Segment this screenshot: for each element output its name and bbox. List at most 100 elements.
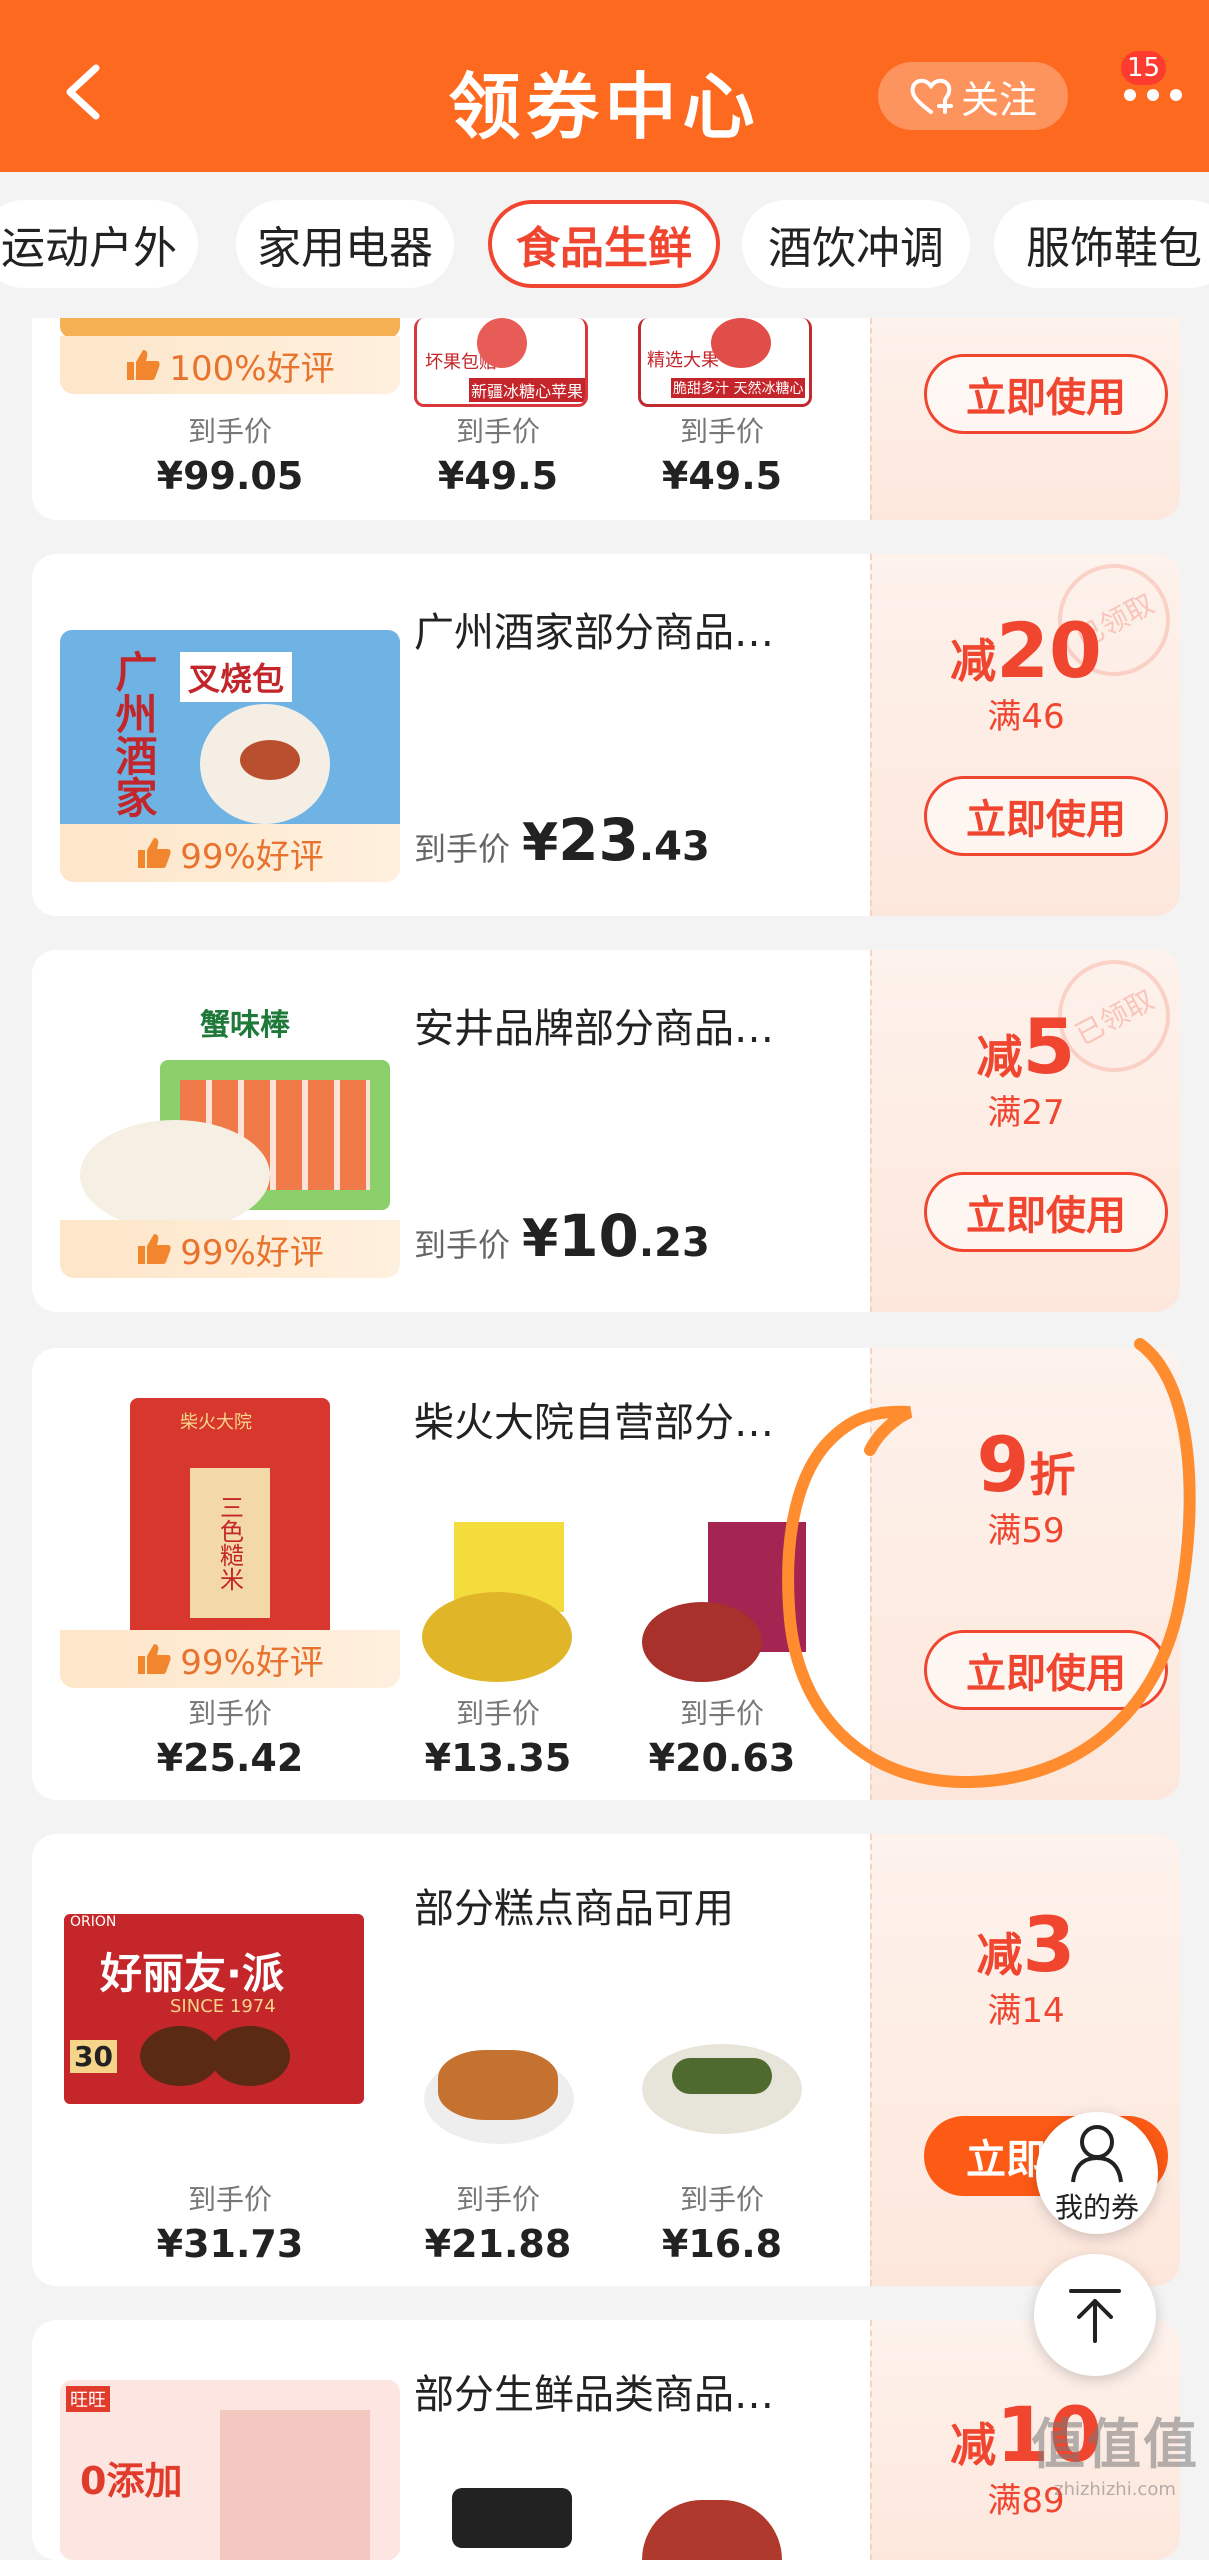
discount-amount: 减3 满14: [872, 1900, 1180, 2032]
arrow-up-icon: [1069, 2289, 1121, 2343]
coupon-card: 广州酒家 叉烧包 99%好评 广州酒家部分商品… 到手价 ¥23.43 已领取 减…: [32, 554, 1180, 916]
product-image: 蟹味棒: [60, 990, 400, 1236]
product-text: 好丽友·派: [100, 1949, 284, 1998]
thumb-text: 新疆冰糖心苹果: [469, 378, 585, 402]
currency-symbol: ¥: [522, 813, 559, 873]
price-label: 到手价: [455, 2183, 540, 2216]
follow-label: 关注: [960, 77, 1037, 122]
product-thumb: [452, 2488, 572, 2548]
use-now-button[interactable]: 立即使用: [924, 776, 1168, 856]
heart-plus-icon: [910, 78, 953, 114]
product-thumb: [642, 2500, 782, 2560]
item-price: 到手价 ¥49.5: [638, 410, 806, 498]
price-decimal: .43: [638, 824, 710, 870]
discount-amount: 减20 满46: [872, 606, 1180, 738]
coupon-panel: 立即使用: [870, 318, 1180, 520]
item-price: 到手价 ¥13.35: [414, 1692, 582, 1780]
shop-name: 广州酒家部分商品…: [414, 610, 774, 656]
price-label: 到手价: [187, 1697, 272, 1730]
price-integer: 23: [558, 806, 639, 874]
price-value: ¥21.88: [424, 2222, 572, 2266]
rating-text: 99%好评: [180, 1232, 324, 1273]
brand-text: 柴火大院: [180, 1412, 252, 1433]
rating-tag: 99%好评: [60, 1630, 400, 1688]
discount-amount: 减5 满27: [872, 1002, 1180, 1134]
product-thumb: [414, 1512, 582, 1688]
product-thumb: 精选大果 脆甜多汁 天然冰糖心: [638, 318, 812, 407]
rating-text: 99%好评: [180, 1642, 324, 1683]
price-label: 到手价: [414, 830, 511, 868]
shop-name: 部分糕点商品可用: [414, 1886, 734, 1932]
thumbs-up-icon: [127, 350, 160, 380]
final-price: 到手价 ¥10.23: [414, 1202, 710, 1270]
thumbs-up-icon: [138, 1234, 171, 1264]
price-decimal: .23: [638, 1220, 710, 1266]
coupon-panel: 已领取 减5 满27 立即使用: [870, 950, 1180, 1312]
thumb-text: 精选大果: [647, 350, 719, 371]
discount-value: 3: [1022, 1900, 1076, 1989]
price-label: 到手价: [455, 1697, 540, 1730]
item-price: 到手价 ¥49.5: [414, 410, 582, 498]
coupon-card: 100%好评 坏果包赔 新疆冰糖心苹果 精选大果 脆甜多汁 天然冰糖心 到手价 …: [32, 318, 1180, 520]
my-coupons-label: 我的券: [1054, 2191, 1139, 2224]
currency-symbol: ¥: [522, 1209, 559, 1269]
tab-food-fresh[interactable]: 食品生鲜: [488, 200, 720, 288]
coupon-card: ORION 好丽友·派 SINCE 1974 30 部分糕点商品可用 到手价 ¥…: [32, 1834, 1180, 2286]
rating-tag: 99%好评: [60, 824, 400, 882]
item-price: 到手价 ¥16.8: [638, 2178, 806, 2266]
product-image: 广州酒家 叉烧包: [60, 630, 400, 836]
follow-button[interactable]: 关注: [878, 62, 1068, 130]
discount-value: 5: [1022, 1002, 1076, 1091]
discount-prefix: 减: [950, 2418, 997, 2472]
discount-prefix: 减: [976, 1030, 1023, 1084]
use-now-button[interactable]: 立即使用: [924, 1172, 1168, 1252]
price-value: ¥99.05: [156, 454, 304, 498]
tab-home-appliances[interactable]: 家用电器: [236, 200, 454, 288]
watermark-logo: 值值值: [1031, 2413, 1199, 2476]
product-thumb: [414, 1994, 582, 2170]
price-value: ¥31.73: [156, 2222, 304, 2266]
price-value: ¥13.35: [424, 1736, 572, 1780]
discount-value: 20: [996, 606, 1102, 695]
product-text: 30: [70, 2040, 117, 2073]
tab-drinks[interactable]: 酒饮冲调: [742, 200, 970, 288]
price-label: 到手价: [679, 2183, 764, 2216]
product-image: [60, 318, 400, 338]
thumb-text: 脆甜多汁 天然冰糖心: [671, 378, 806, 398]
price-label: 到手价: [187, 415, 272, 448]
price-value: ¥49.5: [437, 454, 559, 498]
min-spend: 满27: [987, 1093, 1065, 1133]
product-text: SINCE 1974: [170, 1996, 276, 2017]
product-thumb: 坏果包赔 新疆冰糖心苹果: [414, 318, 588, 407]
brand-text: 旺旺: [66, 2386, 110, 2412]
my-coupons-button[interactable]: 我的券: [1036, 2112, 1158, 2234]
price-label: 到手价: [455, 415, 540, 448]
highlight-circle-annotation: [782, 1338, 1196, 1789]
back-to-top-button[interactable]: [1034, 2254, 1156, 2376]
price-value: ¥16.8: [661, 2222, 783, 2266]
brand-text: ORION: [70, 1914, 117, 1930]
user-icon: [1071, 2125, 1123, 2183]
use-now-button[interactable]: 立即使用: [924, 354, 1168, 434]
coupon-card: 旺旺 0添加 部分生鲜品类商品… 减10 满89: [32, 2320, 1180, 2560]
item-price: 到手价 ¥99.05: [140, 410, 320, 498]
min-spend: 满14: [987, 1991, 1065, 2031]
price-label: 到手价: [679, 415, 764, 448]
tab-sports-outdoor[interactable]: 运动户外: [0, 200, 198, 288]
item-price: 到手价 ¥21.88: [414, 2178, 582, 2266]
coupon-card: 蟹味棒 99%好评 安井品牌部分商品… 到手价 ¥10.23 已领取 减5 满27…: [32, 950, 1180, 1312]
price-label: 到手价: [187, 2183, 272, 2216]
watermark-url: zhizhizhi.com: [1054, 2479, 1176, 2500]
rating-text: 99%好评: [180, 836, 324, 877]
item-price: 到手价 ¥31.73: [140, 2178, 320, 2266]
thumbs-up-icon: [138, 838, 171, 868]
brand-text: 广州酒家: [109, 650, 158, 818]
tab-clothing-bags[interactable]: 服饰鞋包: [994, 200, 1209, 288]
price-value: ¥25.42: [156, 1736, 304, 1780]
discount-prefix: 减: [976, 1928, 1023, 1982]
thumbs-up-icon: [138, 1644, 171, 1674]
product-text: 三色糙米: [190, 1468, 270, 1618]
item-price: 到手价 ¥25.42: [140, 1692, 320, 1780]
product-thumb: [638, 1994, 806, 2170]
product-image: ORION 好丽友·派 SINCE 1974 30: [60, 1910, 400, 2110]
